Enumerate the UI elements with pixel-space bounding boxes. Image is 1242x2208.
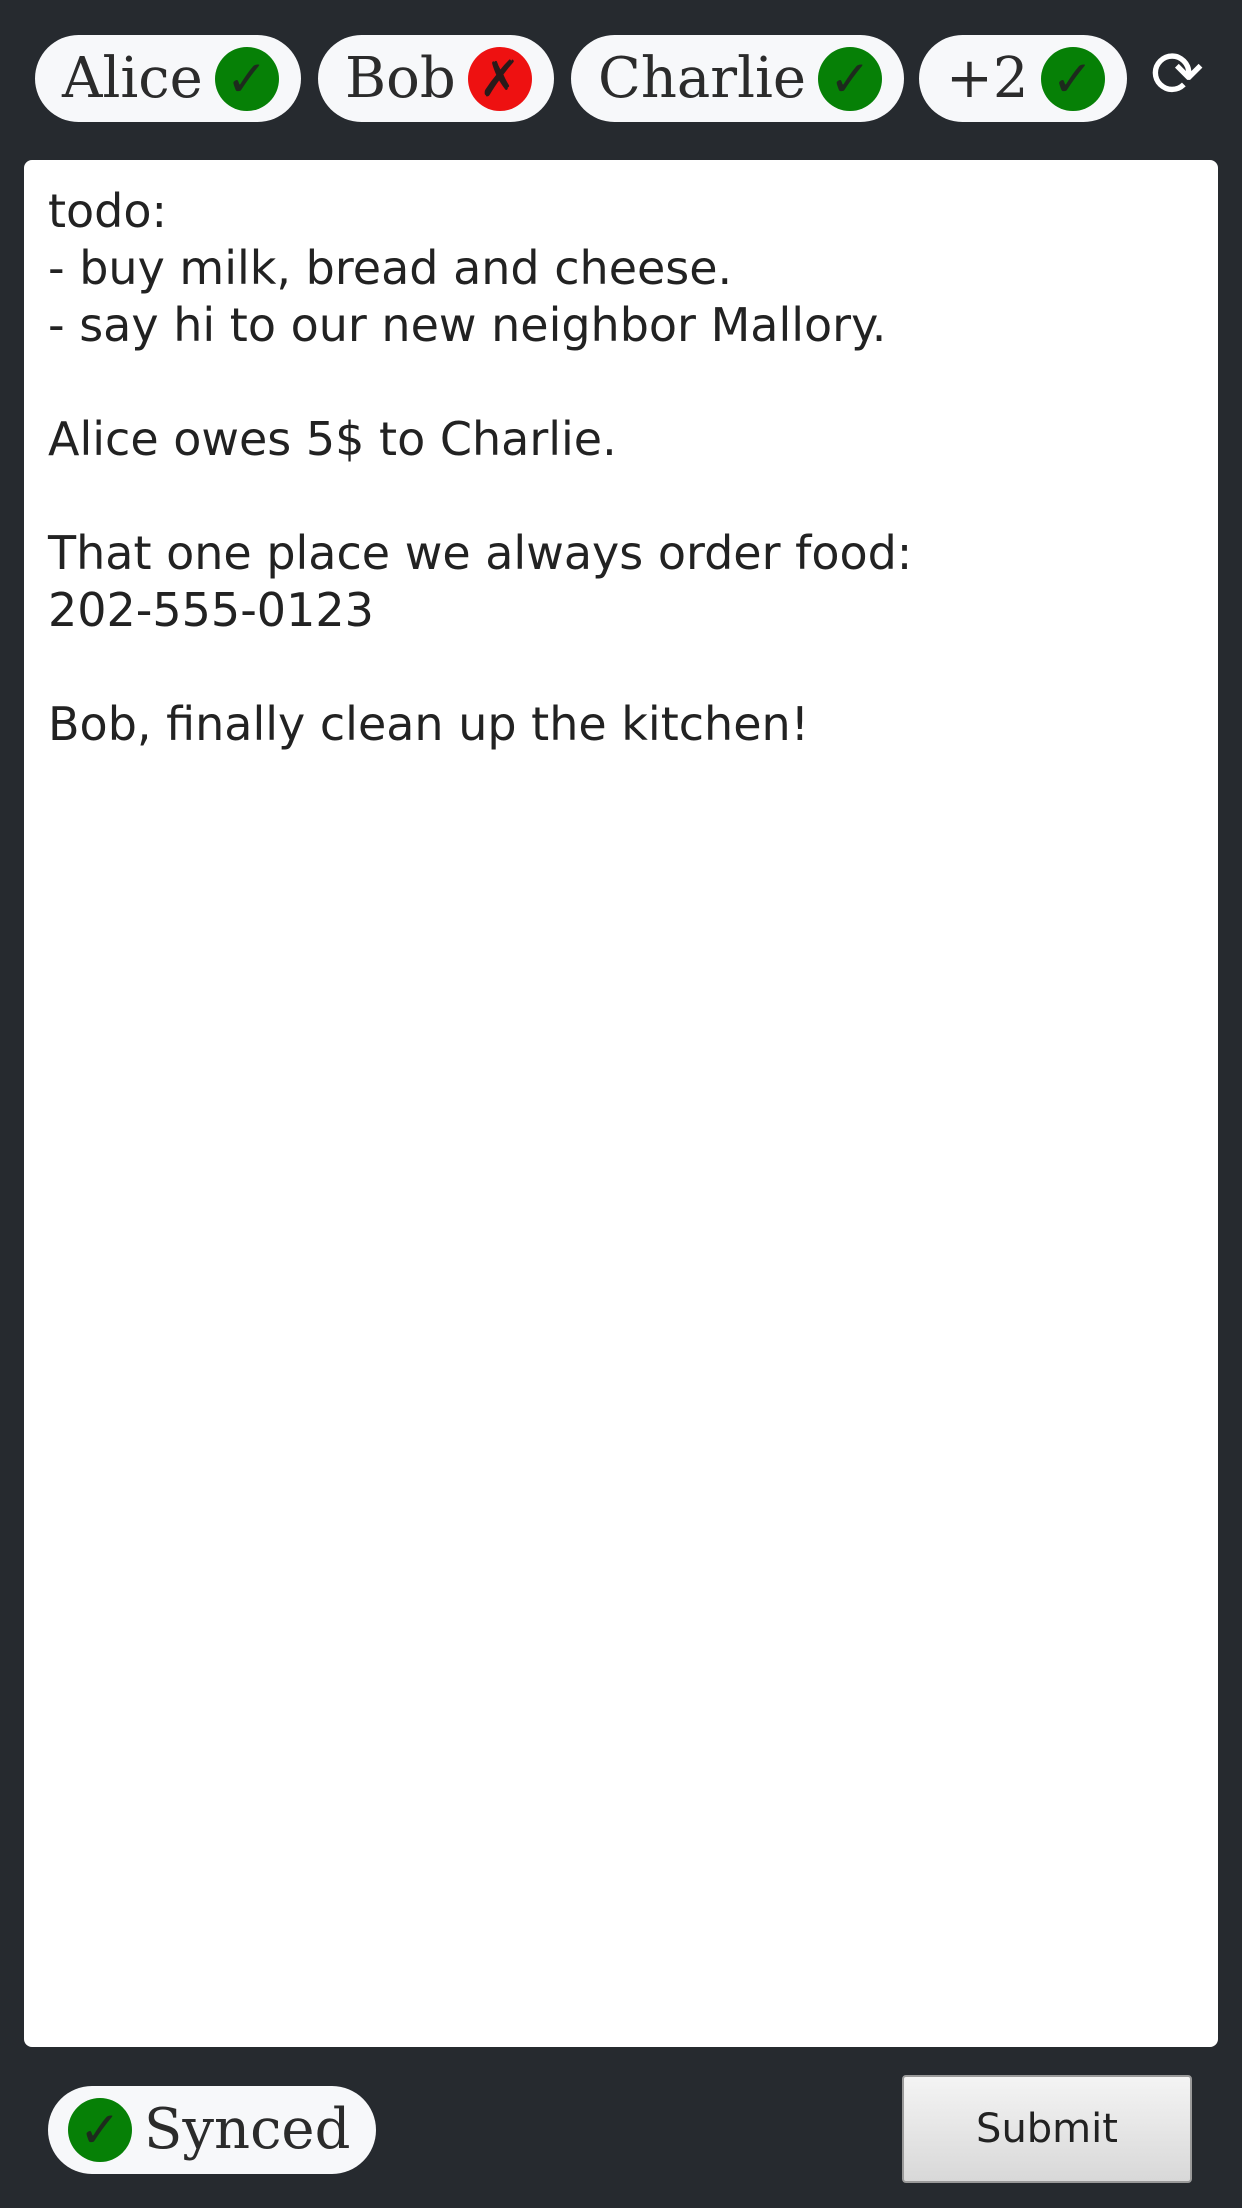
sync-label: Synced <box>144 2097 351 2162</box>
collaborator-pill-more[interactable]: +2 ✓ <box>919 35 1127 122</box>
collaborator-name: Bob <box>345 45 456 111</box>
collaborator-bar: Alice ✓ Bob ✗ Charlie ✓ +2 ✓ ⟳ <box>0 0 1242 160</box>
collaborator-pill-alice[interactable]: Alice ✓ <box>35 35 301 122</box>
cross-icon: ✗ <box>467 46 532 111</box>
collaborator-name: Charlie <box>598 45 807 111</box>
check-icon: ✓ <box>1040 46 1105 111</box>
submit-button[interactable]: Submit <box>902 2075 1192 2183</box>
collaborator-count: +2 <box>946 45 1029 111</box>
check-icon: ✓ <box>818 46 883 111</box>
check-icon: ✓ <box>214 46 279 111</box>
collaborator-pill-bob[interactable]: Bob ✗ <box>318 35 554 122</box>
note-editor[interactable]: todo: - buy milk, bread and cheese. - sa… <box>24 160 1218 2047</box>
sync-status: ✓ Synced <box>48 2086 377 2174</box>
check-icon: ✓ <box>68 2098 132 2162</box>
refresh-icon[interactable]: ⟳ <box>1140 38 1214 112</box>
collaborator-name: Alice <box>62 45 203 111</box>
collaborator-pill-charlie[interactable]: Charlie ✓ <box>571 35 905 122</box>
